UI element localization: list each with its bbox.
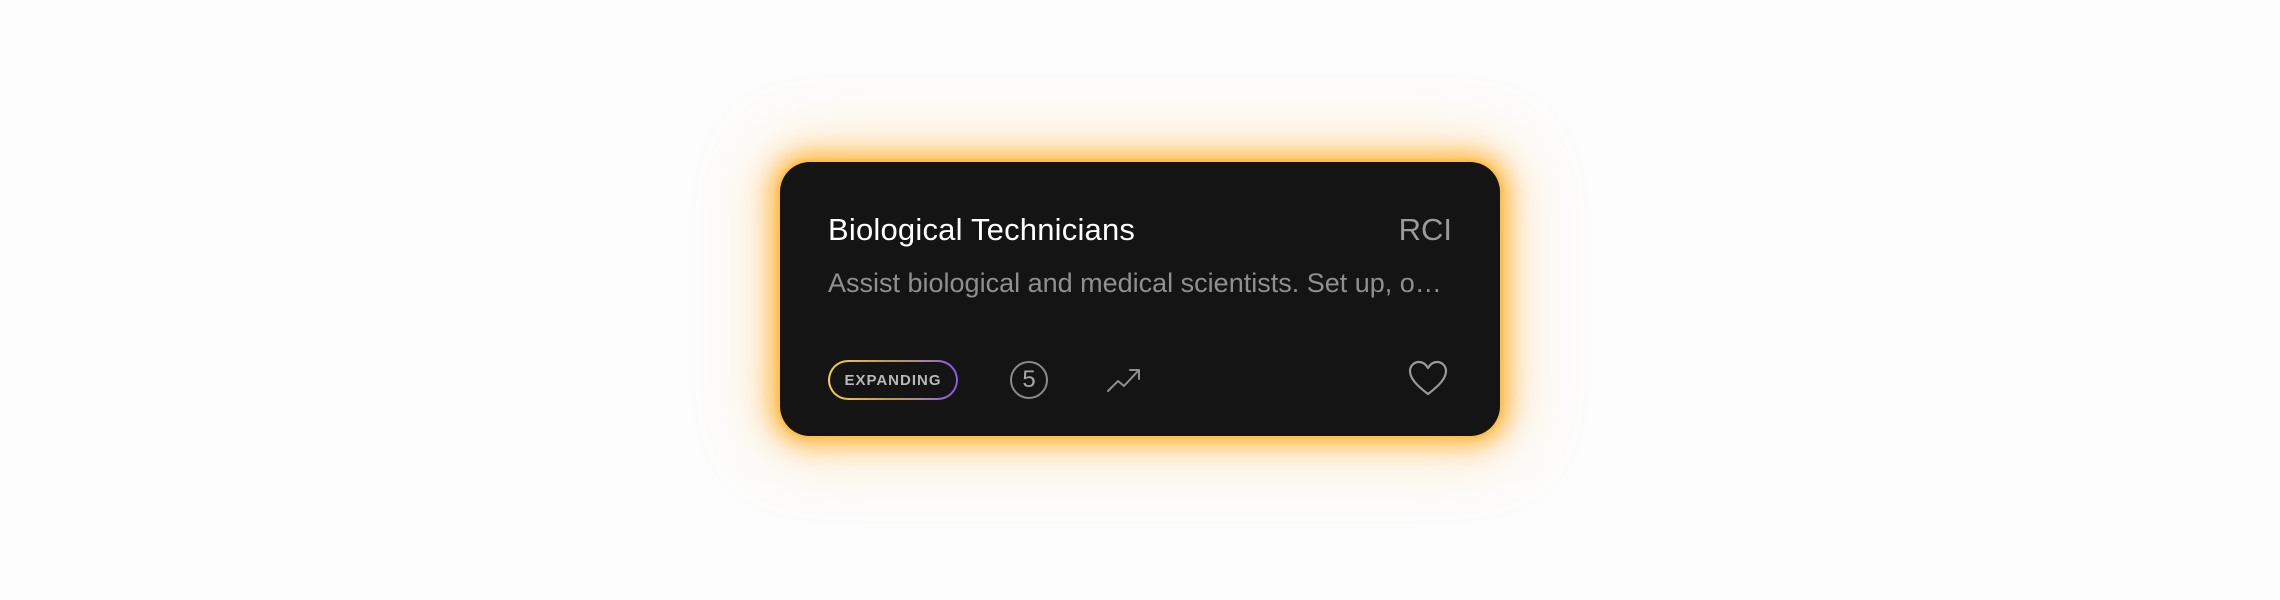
trending-up-icon bbox=[1107, 369, 1140, 392]
heart-outline-icon[interactable] bbox=[1408, 360, 1448, 398]
occupation-title: Biological Technicians bbox=[828, 212, 1136, 247]
riasec-code: RCI bbox=[1398, 212, 1452, 247]
status-badge-label: EXPANDING bbox=[830, 362, 956, 398]
count-badge: 5 bbox=[1010, 361, 1048, 399]
occupation-description: Assist biological and medical scientists… bbox=[828, 268, 1452, 298]
page: Biological Technicians RCI Assist biolog… bbox=[0, 0, 2280, 600]
occupation-card[interactable]: Biological Technicians RCI Assist biolog… bbox=[780, 162, 1500, 436]
status-badge: EXPANDING bbox=[828, 360, 958, 400]
